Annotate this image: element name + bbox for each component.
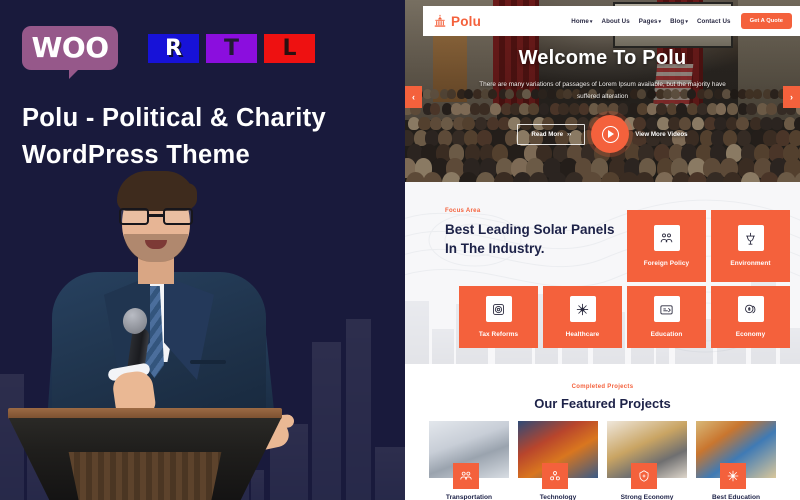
hero-prev-arrow[interactable]: ‹ (405, 86, 422, 108)
chevron-down-icon: ▾ (685, 18, 688, 25)
rtl-badge-l-label: L (282, 35, 297, 61)
rtl-badge-t-label: T (223, 35, 239, 61)
project-card-technology[interactable]: Technology (518, 421, 598, 500)
woocommerce-badge: WOO (22, 26, 118, 79)
rtl-badge-r: R (148, 33, 199, 63)
volunteer-icon (720, 463, 746, 489)
project-card-best-education[interactable]: Best Education (696, 421, 776, 500)
nav-item-pages[interactable]: Pages▾ (639, 18, 661, 25)
site-navbar: Polu Home▾ About Us Pages▾ Blog▾ Contact Us … (423, 6, 800, 36)
focus-card-label: Environment (730, 260, 771, 267)
policy-icon (653, 225, 680, 251)
podium-wood-panel (68, 452, 222, 500)
project-card-label: Best Education (712, 494, 760, 500)
play-video-button[interactable] (591, 115, 630, 154)
nav-item-home[interactable]: Home▾ (571, 18, 592, 25)
focus-card-tax-reforms[interactable]: Tax Reforms (459, 286, 538, 348)
focus-card-label: Education (650, 331, 683, 338)
promo-left-panel: WOO R T L Polu - Political & Charity Wor… (0, 0, 405, 500)
speaker-pocket (190, 360, 226, 364)
gears-icon (542, 463, 568, 489)
nav-item-blog[interactable]: Blog▾ (670, 18, 688, 25)
economy-icon (737, 296, 764, 322)
focus-card-label: Healthcare (565, 331, 600, 338)
tax-icon (485, 296, 512, 322)
rtl-badge-l: L (264, 33, 315, 63)
podium-top (8, 408, 282, 419)
nav-item-label: About Us (601, 17, 630, 25)
arrow-right-icon: ›› (567, 130, 572, 138)
focus-card-label: Foreign Policy (643, 260, 690, 267)
rtl-badge-r-label: R (165, 35, 182, 61)
coins-icon (631, 463, 657, 489)
focus-card-label: Economy (735, 331, 766, 338)
podium (0, 408, 290, 500)
nav-item-label: Home (571, 17, 589, 25)
focus-area-section: Focus Area Best Leading Solar Panels In … (405, 182, 800, 364)
get-a-quote-button[interactable]: Get A Quote (740, 13, 792, 29)
nav-item-label: Contact Us (696, 17, 731, 25)
hero-title: Welcome To Polu (518, 46, 687, 69)
focus-card-economy[interactable]: Economy (711, 286, 790, 348)
focus-card-healthcare[interactable]: Healthcare (543, 286, 622, 348)
theme-promo-banner: WOO R T L Polu - Political & Charity Wor… (0, 0, 800, 500)
building-silhouette (345, 318, 372, 500)
chevron-down-icon: ▾ (658, 18, 662, 25)
project-card-transportation[interactable]: Transportation (429, 421, 509, 500)
nav-item-label: Pages (638, 17, 658, 25)
site-logo[interactable]: Polu (433, 14, 481, 29)
chevron-down-icon: ▾ (589, 18, 593, 25)
focus-card-label: Tax Reforms (478, 331, 519, 338)
speaker-hair (117, 171, 197, 211)
badge-row: WOO R T L (22, 26, 315, 79)
focus-card-grid: Foreign Policy Environment Tax Reforms Heal… (423, 210, 790, 348)
capitol-building-icon (433, 14, 447, 28)
website-preview: Welcome To Polu There are many variation… (405, 0, 800, 500)
view-more-videos-label: View More Videos (635, 130, 688, 138)
glasses-icon (119, 208, 193, 225)
focus-card-foreign-policy[interactable]: Foreign Policy (627, 210, 706, 282)
project-card-label: Transportation (445, 494, 493, 500)
brand-name: Polu (451, 13, 482, 29)
rtl-badge-t: T (206, 33, 257, 63)
woocommerce-badge-label: WOO (31, 31, 110, 64)
rtl-badge-group: R T L (148, 33, 315, 63)
nav-item-about-us[interactable]: About Us (602, 18, 630, 25)
nav-item-label: Blog (670, 17, 685, 25)
projects-label: Completed Projects (571, 384, 634, 390)
project-card-label: Technology (539, 494, 577, 500)
focus-card-environment[interactable]: Environment (711, 210, 790, 282)
education-icon (653, 296, 680, 322)
featured-projects-section: Completed Projects Our Featured Projects… (405, 364, 800, 500)
project-card-label: Strong Economy (620, 494, 674, 500)
healthcare-icon (569, 296, 596, 322)
nav-links: Home▾ About Us Pages▾ Blog▾ Contact Us (571, 18, 730, 25)
read-more-button[interactable]: Read More ›› (517, 123, 586, 145)
focus-card-education[interactable]: Education (627, 286, 706, 348)
hero-next-arrow[interactable]: › (783, 86, 800, 108)
projects-title: Our Featured Projects (534, 396, 671, 411)
hero-actions: Read More ›› View More Videos (517, 115, 688, 154)
play-icon (601, 125, 619, 143)
project-card-strong-economy[interactable]: Strong Economy (607, 421, 687, 500)
promo-title: Polu - Political & Charity WordPress The… (22, 104, 326, 169)
hero-subtitle: There are many variations of passages of… (479, 80, 726, 100)
nav-item-contact-us[interactable]: Contact Us (697, 18, 731, 25)
train-icon (453, 463, 479, 489)
read-more-label: Read More (531, 130, 564, 138)
projects-grid: Transportation Technology Strong Economy Be… (405, 421, 800, 500)
building-silhouette (375, 446, 405, 500)
environment-icon (737, 225, 764, 251)
